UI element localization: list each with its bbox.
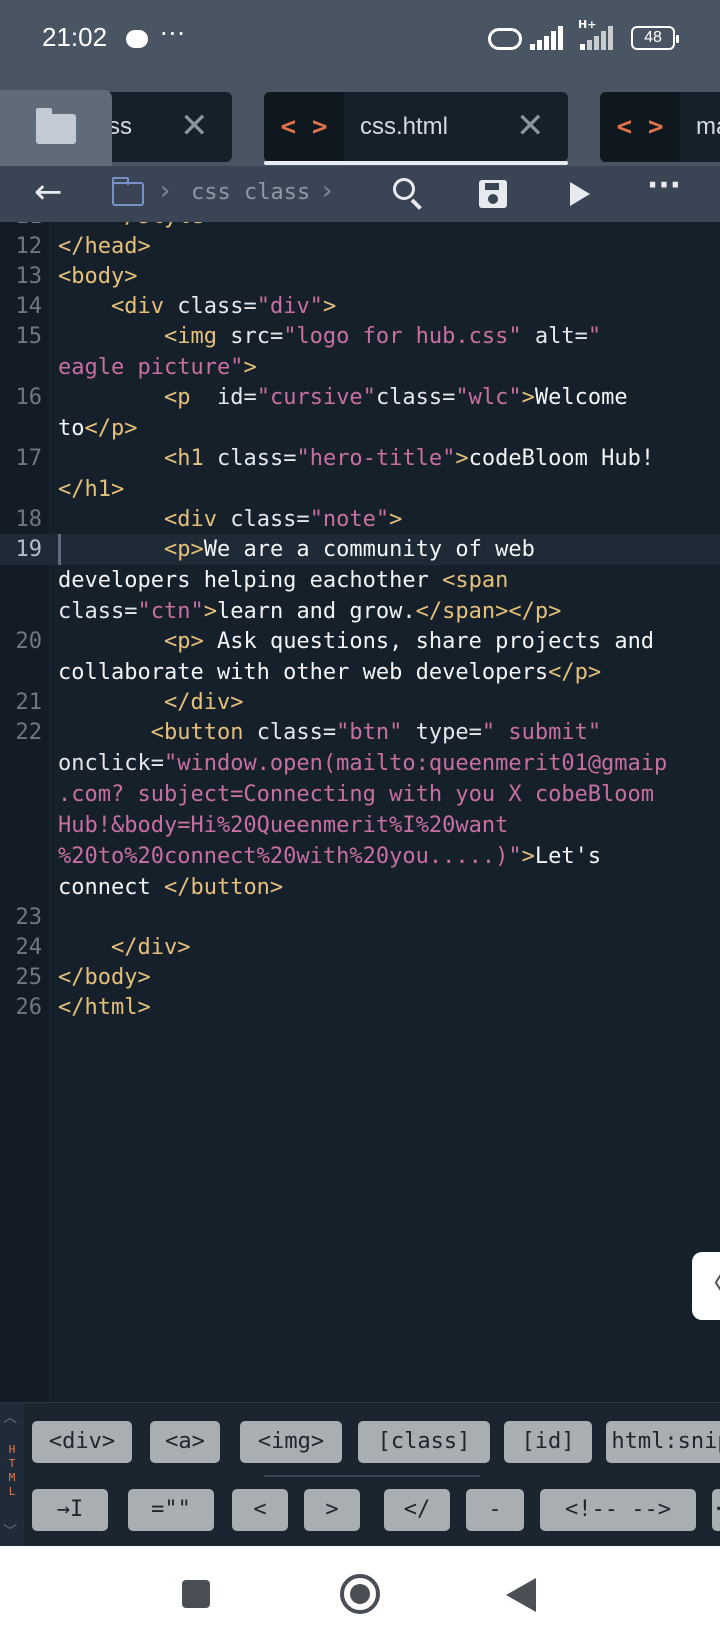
code-line[interactable]: </head> bbox=[58, 231, 718, 262]
chevron-down-icon[interactable]: ﹀ bbox=[3, 1521, 17, 1541]
snippet-chip[interactable]: ="" bbox=[128, 1489, 214, 1531]
network-type-label: H+ bbox=[578, 18, 597, 31]
snippet-chip[interactable]: →I bbox=[32, 1489, 108, 1531]
chevron-right-icon: › bbox=[322, 176, 333, 206]
line-number: 18 bbox=[15, 507, 43, 532]
snippet-divider bbox=[264, 1475, 480, 1477]
snippet-chip[interactable]: - bbox=[466, 1489, 524, 1531]
active-tab-indicator bbox=[264, 161, 568, 165]
snippet-chip[interactable]: <div> bbox=[32, 1421, 132, 1463]
snippet-mode-label: HTML bbox=[8, 1443, 16, 1498]
link-icon bbox=[488, 28, 522, 50]
more-notifications-icon: ··· bbox=[160, 20, 186, 48]
code-line[interactable]: </html> bbox=[58, 992, 718, 1023]
code-icon: < > bbox=[264, 92, 344, 162]
code-line[interactable]: <p id="cursive"class="wlc">Welcome to</p… bbox=[58, 382, 718, 444]
signal-strength-2-icon: H+ bbox=[578, 18, 616, 50]
code-line[interactable]: <h1 class="hero-title">codeBloom Hub! </… bbox=[58, 443, 718, 505]
code-icon: < > bbox=[600, 92, 680, 162]
line-number: 16 bbox=[15, 385, 43, 410]
code-line[interactable]: </body> bbox=[58, 962, 718, 993]
snippet-chip[interactable]: · bbox=[712, 1489, 720, 1531]
tab-label: ma bbox=[696, 113, 720, 140]
line-number: 14 bbox=[15, 294, 43, 319]
line-number: 23 bbox=[15, 905, 43, 930]
battery-icon: 48 bbox=[631, 26, 679, 50]
code-line[interactable]: <p> Ask questions, share projects and co… bbox=[58, 626, 718, 688]
snippet-chip[interactable]: </ bbox=[384, 1489, 450, 1531]
line-number: 26 bbox=[15, 995, 43, 1020]
side-panel-handle[interactable]: 〈 bbox=[692, 1252, 720, 1320]
editor-toolbar: ← › css class › ··· bbox=[0, 166, 720, 222]
breadcrumb-folder-icon[interactable] bbox=[112, 177, 144, 206]
line-number: 20 bbox=[15, 629, 43, 654]
line-number: 12 bbox=[15, 234, 43, 259]
run-play-icon[interactable] bbox=[570, 182, 590, 206]
breadcrumb[interactable]: css class bbox=[191, 180, 310, 205]
more-options-icon[interactable]: ··· bbox=[636, 166, 692, 222]
snippet-chip[interactable]: [class] bbox=[358, 1421, 490, 1463]
folder-icon bbox=[36, 108, 76, 144]
chevron-right-icon: › bbox=[160, 176, 171, 206]
status-time: 21:02 bbox=[42, 22, 108, 52]
close-icon[interactable]: ✕ bbox=[180, 92, 209, 160]
line-number: 19 bbox=[15, 537, 43, 562]
line-number: 15 bbox=[15, 324, 43, 349]
system-navigation-bar bbox=[0, 1546, 720, 1640]
home-icon[interactable] bbox=[340, 1574, 380, 1614]
code-line[interactable]: <p>We are a community of web developers … bbox=[58, 534, 718, 627]
snippet-chip[interactable]: html:snip bbox=[606, 1421, 720, 1463]
signal-strength-icon bbox=[530, 24, 566, 50]
save-icon[interactable] bbox=[464, 166, 520, 222]
code-line[interactable]: </div> bbox=[58, 687, 718, 718]
tab-main[interactable]: < > ma bbox=[600, 92, 720, 162]
tab-css-html[interactable]: < > css.html ✕ bbox=[264, 92, 568, 162]
line-number: 21 bbox=[15, 690, 43, 715]
line-number: 17 bbox=[15, 446, 43, 471]
search-icon[interactable] bbox=[378, 166, 434, 222]
chevron-up-icon[interactable]: ︿ bbox=[3, 1407, 17, 1427]
back-arrow-icon[interactable]: ← bbox=[34, 172, 63, 212]
code-line[interactable]: </div> bbox=[58, 932, 718, 963]
code-line[interactable]: <button class="btn" type=" submit" oncli… bbox=[58, 717, 718, 903]
snippet-bar: ︿ HTML ﹀ <div> <a> <img> [class] [id] html:sn… bbox=[0, 1402, 720, 1547]
file-tabs: ss ✕ < > css.html ✕ < > ma bbox=[0, 84, 720, 168]
snippet-chip[interactable]: < bbox=[232, 1489, 288, 1531]
status-bar: 21:02 ··· H+ 48 bbox=[0, 0, 720, 84]
line-number: 25 bbox=[15, 965, 43, 990]
close-icon[interactable]: ✕ bbox=[516, 92, 545, 160]
code-editor[interactable]: 11 </style>12</head>13<body>14 <div clas… bbox=[0, 222, 720, 1402]
back-triangle-icon[interactable] bbox=[506, 1578, 536, 1612]
recent-apps-icon[interactable] bbox=[182, 1580, 210, 1608]
line-number: 13 bbox=[15, 264, 43, 289]
snippet-chip[interactable]: > bbox=[304, 1489, 360, 1531]
chat-notification-icon bbox=[126, 30, 148, 48]
snippet-chip[interactable]: <img> bbox=[240, 1421, 342, 1463]
snippet-mode-selector[interactable]: ︿ HTML ﹀ bbox=[0, 1403, 24, 1547]
code-line[interactable]: <img src="logo for hub.css" alt=" eagle … bbox=[58, 321, 718, 383]
code-line[interactable]: <div class="div"> bbox=[58, 291, 718, 322]
code-line[interactable]: <div class="note"> bbox=[58, 504, 718, 535]
code-line[interactable]: <body> bbox=[58, 261, 718, 292]
snippet-chip[interactable]: <a> bbox=[150, 1421, 220, 1463]
line-number: 24 bbox=[15, 935, 43, 960]
tab-label: css.html bbox=[360, 113, 449, 140]
snippet-chip[interactable]: [id] bbox=[504, 1421, 592, 1463]
snippet-chip[interactable]: <!-- --> bbox=[540, 1489, 696, 1531]
file-explorer-button[interactable] bbox=[0, 90, 112, 168]
line-number: 22 bbox=[15, 720, 43, 745]
